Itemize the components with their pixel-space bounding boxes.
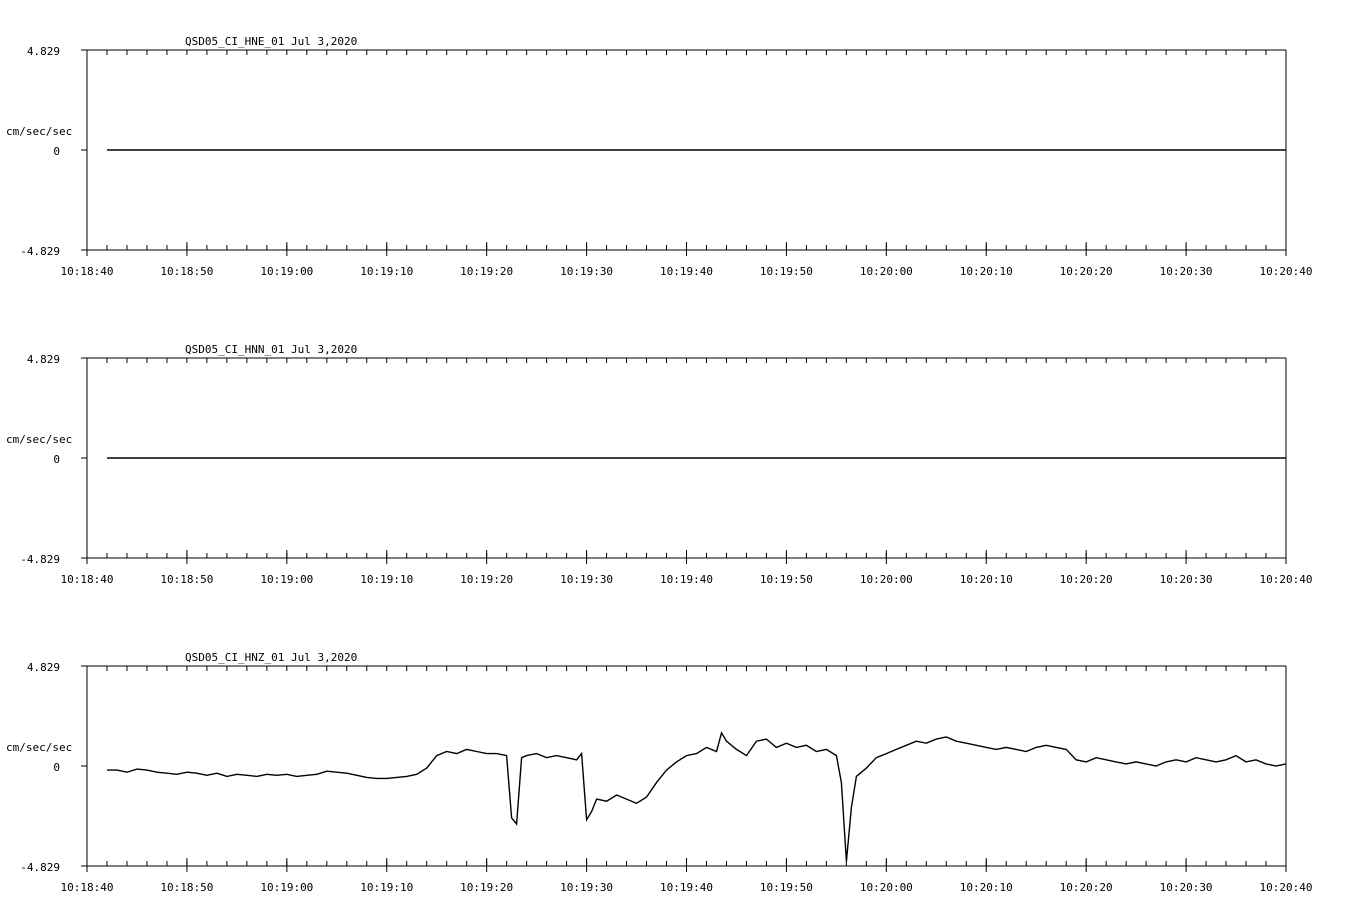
x-tick-label: 10:19:10 (360, 265, 413, 278)
y-axis-label: cm/sec/sec (6, 741, 72, 754)
y-tick-label-bottom: -4.829 (20, 861, 60, 874)
panel-title: QSD05_CI_HNE_01 Jul 3,2020 (185, 35, 357, 48)
x-tick-label: 10:18:40 (61, 881, 114, 894)
x-tick-label: 10:20:30 (1160, 573, 1213, 586)
panel-title: QSD05_CI_HNZ_01 Jul 3,2020 (185, 651, 357, 664)
panel-hnn: QSD05_CI_HNN_01 Jul 3,2020 cm/sec/sec 4.… (6, 343, 1312, 586)
x-tick-label: 10:19:50 (760, 573, 813, 586)
x-tick-label: 10:20:40 (1260, 265, 1313, 278)
x-tick-label: 10:18:50 (160, 573, 213, 586)
y-tick-label-bottom: -4.829 (20, 553, 60, 566)
x-tick-label: 10:18:50 (160, 265, 213, 278)
x-tick-label: 10:20:00 (860, 881, 913, 894)
x-tick-label: 10:19:40 (660, 265, 713, 278)
y-tick-label-zero: 0 (53, 145, 60, 158)
x-tick-label: 10:19:50 (760, 881, 813, 894)
x-tick-label: 10:20:40 (1260, 881, 1313, 894)
y-tick-label-zero: 0 (53, 453, 60, 466)
x-tick-label: 10:19:00 (260, 573, 313, 586)
x-tick-label: 10:18:40 (61, 265, 114, 278)
panel-hnz: QSD05_CI_HNZ_01 Jul 3,2020 cm/sec/sec 4.… (6, 651, 1312, 894)
x-tick-label: 10:20:00 (860, 265, 913, 278)
seismogram-figure: QSD05_CI_HNE_01 Jul 3,2020 cm/sec/sec 4.… (6, 35, 1312, 894)
x-tick-label: 10:18:40 (61, 573, 114, 586)
x-tick-label: 10:19:00 (260, 881, 313, 894)
x-tick-label: 10:19:40 (660, 881, 713, 894)
x-tick-label: 10:20:20 (1060, 265, 1113, 278)
x-tick-label: 10:20:00 (860, 573, 913, 586)
x-tick-label: 10:19:00 (260, 265, 313, 278)
x-tick-label: 10:20:10 (960, 573, 1013, 586)
y-axis-label: cm/sec/sec (6, 125, 72, 138)
x-tick-label: 10:19:20 (460, 265, 513, 278)
panel-title: QSD05_CI_HNN_01 Jul 3,2020 (185, 343, 357, 356)
x-tick-label: 10:18:50 (160, 881, 213, 894)
x-tick-label: 10:20:30 (1160, 881, 1213, 894)
y-tick-label-zero: 0 (53, 761, 60, 774)
x-tick-label: 10:19:10 (360, 881, 413, 894)
x-tick-label: 10:20:20 (1060, 573, 1113, 586)
x-tick-label: 10:19:20 (460, 573, 513, 586)
x-tick-label: 10:20:40 (1260, 573, 1313, 586)
x-tick-label: 10:19:30 (560, 265, 613, 278)
x-tick-label: 10:20:30 (1160, 265, 1213, 278)
x-tick-label: 10:19:20 (460, 881, 513, 894)
trace-line (107, 731, 1287, 862)
y-axis-label: cm/sec/sec (6, 433, 72, 446)
x-tick-label: 10:19:30 (560, 573, 613, 586)
x-tick-label: 10:20:10 (960, 881, 1013, 894)
y-tick-label-top: 4.829 (27, 661, 60, 674)
x-tick-label: 10:19:40 (660, 573, 713, 586)
x-tick-label: 10:19:50 (760, 265, 813, 278)
y-tick-label-bottom: -4.829 (20, 245, 60, 258)
panel-hne: QSD05_CI_HNE_01 Jul 3,2020 cm/sec/sec 4.… (6, 35, 1312, 278)
x-tick-label: 10:19:30 (560, 881, 613, 894)
y-tick-label-top: 4.829 (27, 45, 60, 58)
x-tick-label: 10:20:20 (1060, 881, 1113, 894)
y-tick-label-top: 4.829 (27, 353, 60, 366)
x-tick-label: 10:20:10 (960, 265, 1013, 278)
x-tick-label: 10:19:10 (360, 573, 413, 586)
